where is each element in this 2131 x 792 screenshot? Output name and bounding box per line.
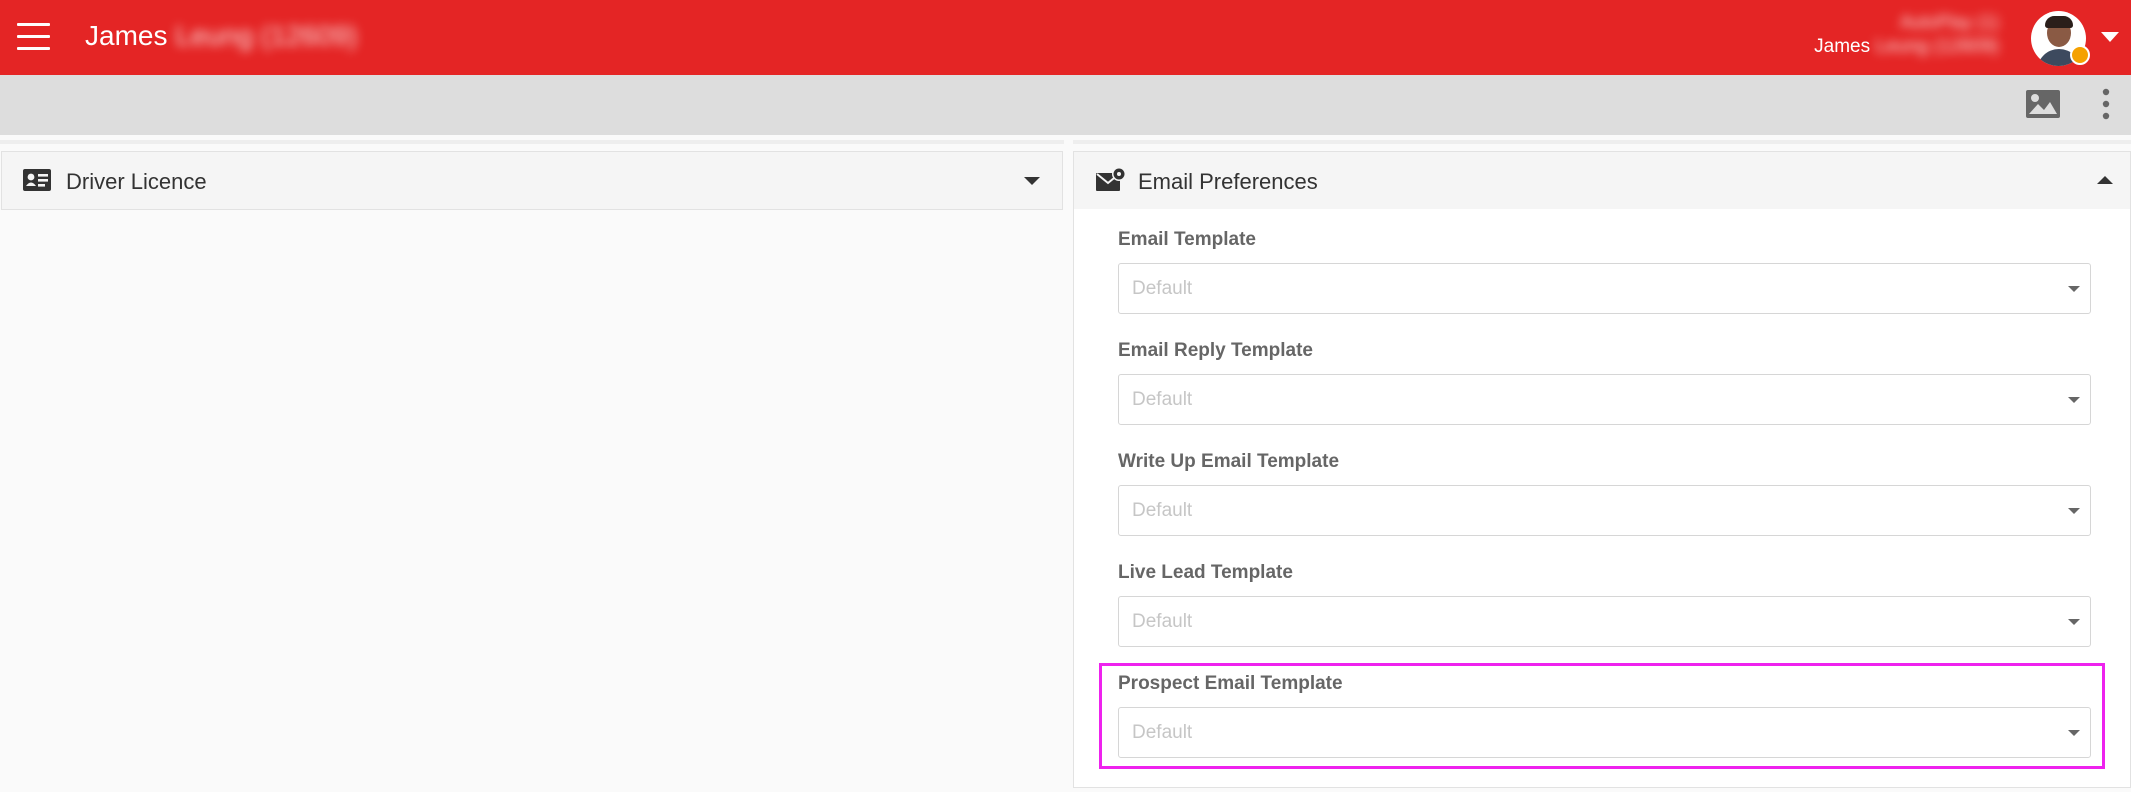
title-name: James bbox=[85, 20, 168, 51]
live-lead-template-label: Live Lead Template bbox=[1118, 562, 1293, 583]
left-divider bbox=[0, 140, 1064, 144]
select-caret-icon bbox=[2068, 619, 2080, 625]
driver-licence-title: Driver Licence bbox=[66, 169, 207, 194]
email-preferences-header[interactable]: Email Preferences bbox=[1073, 151, 2131, 210]
right-divider bbox=[1073, 140, 2131, 144]
status-indicator bbox=[2070, 45, 2090, 65]
highlight-box bbox=[1099, 663, 2105, 769]
driver-licence-header[interactable]: Driver Licence bbox=[1, 151, 1063, 210]
select-caret-icon bbox=[2068, 508, 2080, 514]
user-name: James bbox=[1814, 36, 1871, 57]
email-settings-icon bbox=[1096, 167, 1126, 191]
user-org-redacted: AutoPlay (1) bbox=[1899, 12, 1999, 32]
write-up-email-template-label: Write Up Email Template bbox=[1118, 451, 1340, 472]
select-caret-icon bbox=[2068, 397, 2080, 403]
id-card-icon bbox=[23, 169, 51, 191]
app-header: James Leung (12609) AutoPlay (1) James L… bbox=[0, 0, 2131, 75]
live-lead-template-select[interactable]: Default bbox=[1118, 596, 2091, 647]
hamburger-menu-icon[interactable] bbox=[17, 23, 50, 51]
more-vertical-icon[interactable] bbox=[2100, 87, 2112, 121]
toolbar bbox=[0, 75, 2131, 135]
select-caret-icon bbox=[2068, 286, 2080, 292]
page-title: James Leung (12609) bbox=[85, 20, 357, 52]
email-template-select[interactable]: Default bbox=[1118, 263, 2091, 314]
email-preferences-title: Email Preferences bbox=[1138, 169, 1318, 194]
expand-arrow-icon[interactable] bbox=[1024, 177, 1040, 185]
select-value: Default bbox=[1132, 611, 1193, 632]
select-value: Default bbox=[1132, 389, 1193, 410]
image-icon[interactable] bbox=[2025, 89, 2061, 119]
user-info[interactable]: AutoPlay (1) James Leung (12609) bbox=[1814, 10, 1999, 60]
title-redacted: Leung (12609) bbox=[175, 20, 358, 51]
email-template-label: Email Template bbox=[1118, 229, 1256, 250]
email-reply-template-select[interactable]: Default bbox=[1118, 374, 2091, 425]
select-value: Default bbox=[1132, 278, 1193, 299]
user-name-redacted: Leung (12609) bbox=[1875, 36, 1999, 57]
user-menu-caret-icon[interactable] bbox=[2101, 32, 2119, 42]
email-reply-template-label: Email Reply Template bbox=[1118, 340, 1313, 361]
select-value: Default bbox=[1132, 500, 1193, 521]
write-up-email-template-select[interactable]: Default bbox=[1118, 485, 2091, 536]
collapse-arrow-icon[interactable] bbox=[2097, 176, 2113, 184]
